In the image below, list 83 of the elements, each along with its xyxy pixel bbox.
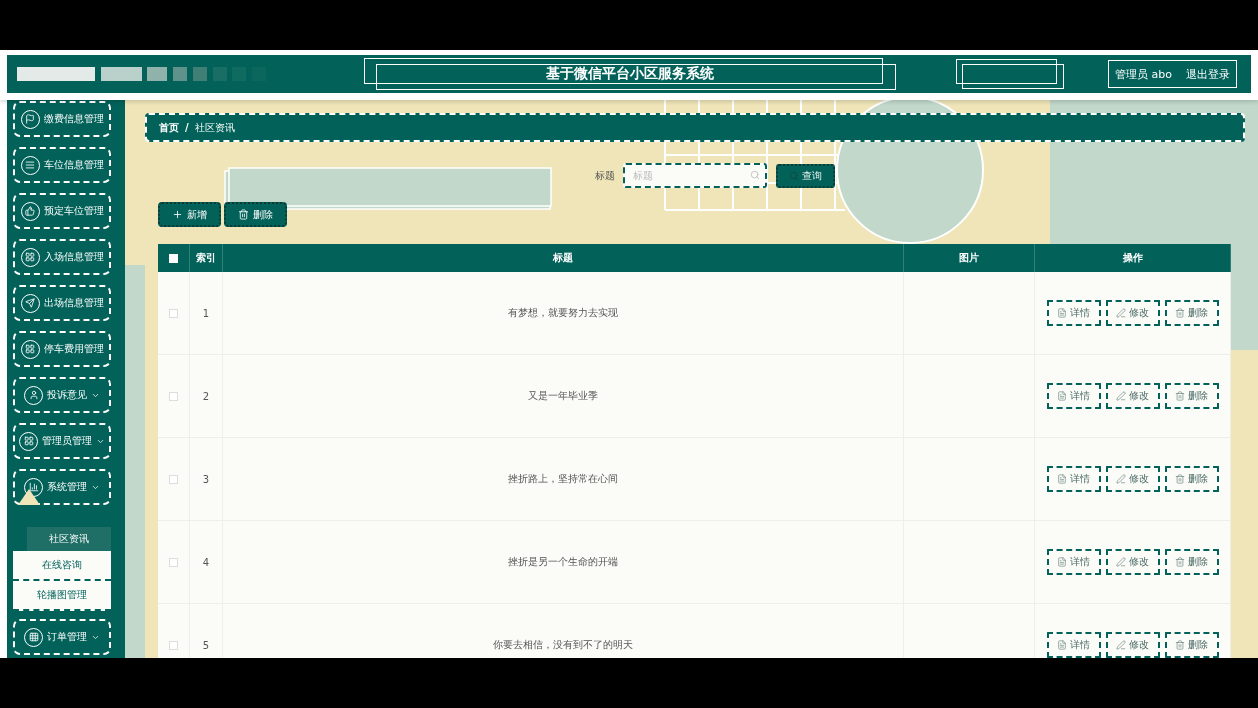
plus-icon bbox=[172, 209, 183, 220]
bar-chart-icon bbox=[28, 482, 39, 492]
thumbs-up-icon bbox=[25, 206, 35, 216]
column-header: 图片 bbox=[904, 244, 1035, 272]
edit-button[interactable]: 修改 bbox=[1105, 383, 1160, 409]
trash-icon bbox=[238, 209, 249, 220]
row-checkbox[interactable] bbox=[169, 474, 178, 484]
pen-icon bbox=[1116, 640, 1126, 650]
trash-icon bbox=[1175, 557, 1185, 567]
breadcrumb-link[interactable]: 首页 bbox=[159, 120, 179, 135]
column-header: 索引 bbox=[190, 244, 223, 272]
menu-item[interactable]: 出场信息管理 bbox=[13, 285, 111, 321]
select-all-checkbox[interactable] bbox=[169, 253, 178, 263]
table-cell: 1 bbox=[190, 272, 223, 355]
menu-item[interactable]: 车位信息管理 bbox=[13, 147, 111, 183]
document-icon bbox=[1057, 474, 1067, 484]
column-header: 操作 bbox=[1035, 244, 1231, 272]
delete-button[interactable]: 删除 bbox=[1164, 466, 1219, 492]
pointer-icon bbox=[18, 489, 40, 505]
grid-icon bbox=[23, 436, 34, 446]
detail-button[interactable]: 详情 bbox=[1046, 300, 1101, 326]
detail-button[interactable]: 详情 bbox=[1046, 549, 1101, 575]
trash-icon bbox=[1175, 474, 1185, 484]
delete-button[interactable]: 删除 bbox=[224, 202, 287, 227]
table-cell: 挫折路上，坚持常在心间 bbox=[223, 438, 904, 521]
edit-button[interactable]: 修改 bbox=[1105, 549, 1160, 575]
document-icon bbox=[1057, 391, 1067, 401]
menu-item[interactable]: 入场信息管理 bbox=[13, 239, 111, 275]
row-checkbox[interactable] bbox=[169, 640, 178, 650]
column-header: 标题 bbox=[223, 244, 904, 272]
document-icon bbox=[1057, 640, 1067, 650]
pen-icon bbox=[1116, 474, 1126, 484]
delete-button[interactable]: 删除 bbox=[1164, 300, 1219, 326]
menu-item[interactable]: 预定车位管理 bbox=[13, 193, 111, 229]
search-label: 标题 bbox=[594, 168, 615, 183]
menu-item[interactable]: 停车费用管理 bbox=[13, 331, 111, 367]
table-cell: 有梦想，就要努力去实现 bbox=[223, 272, 904, 355]
pen-icon bbox=[1116, 308, 1126, 318]
menu-item[interactable]: 订单管理 bbox=[13, 619, 111, 655]
search-icon bbox=[788, 170, 799, 181]
menu-item[interactable]: 缴费信息管理 bbox=[13, 101, 111, 137]
pen-icon bbox=[1116, 557, 1126, 567]
menu-item[interactable]: 投诉意见 bbox=[13, 377, 111, 413]
app-title: 基于微信平台小区服务系统 bbox=[546, 65, 714, 83]
row-checkbox[interactable] bbox=[169, 391, 178, 401]
trash-icon bbox=[1175, 640, 1185, 650]
logout-link[interactable]: 退出登录 bbox=[1185, 66, 1230, 82]
add-button[interactable]: 新增 bbox=[158, 202, 221, 227]
menu-item[interactable]: 系统管理 bbox=[13, 469, 111, 505]
delete-button[interactable]: 删除 bbox=[1164, 549, 1219, 575]
edit-button[interactable]: 修改 bbox=[1105, 466, 1160, 492]
edit-button[interactable]: 修改 bbox=[1105, 300, 1160, 326]
grid-icon bbox=[25, 344, 35, 354]
detail-button[interactable]: 详情 bbox=[1046, 466, 1101, 492]
trash-icon bbox=[1175, 308, 1185, 318]
table-cell: 3 bbox=[190, 438, 223, 521]
trash-icon bbox=[1175, 391, 1185, 401]
submenu-item[interactable]: 社区资讯 bbox=[27, 527, 111, 551]
breadcrumb-link[interactable]: 社区资讯 bbox=[194, 120, 235, 135]
document-icon bbox=[1057, 557, 1067, 567]
detail-button[interactable]: 详情 bbox=[1046, 383, 1101, 409]
submenu-item[interactable]: 轮播图管理 bbox=[13, 581, 111, 611]
search-field[interactable]: 标题 bbox=[622, 163, 767, 188]
pen-icon bbox=[1116, 391, 1126, 401]
menu-item[interactable]: 管理员管理 bbox=[13, 423, 111, 459]
flag-icon bbox=[25, 114, 35, 124]
document-icon bbox=[1057, 308, 1067, 318]
list-icon bbox=[25, 160, 35, 170]
table-cell: 又是一年毕业季 bbox=[223, 355, 904, 438]
table-cell: 挫折是另一个生命的开端 bbox=[223, 521, 904, 604]
grid-icon bbox=[25, 252, 35, 262]
breadcrumb-separator: / bbox=[185, 122, 189, 133]
search-icon bbox=[749, 170, 760, 180]
paper-plane-icon bbox=[25, 298, 35, 308]
table-cell: 2 bbox=[190, 355, 223, 438]
row-checkbox[interactable] bbox=[169, 557, 178, 567]
grid-icon bbox=[28, 632, 39, 642]
user-icon bbox=[28, 390, 39, 400]
submenu-item[interactable]: 在线咨询 bbox=[13, 551, 111, 581]
delete-button[interactable]: 删除 bbox=[1164, 383, 1219, 409]
row-checkbox[interactable] bbox=[169, 308, 178, 318]
user-name: 管理员 abo bbox=[1115, 66, 1172, 82]
table-cell: 4 bbox=[190, 521, 223, 604]
